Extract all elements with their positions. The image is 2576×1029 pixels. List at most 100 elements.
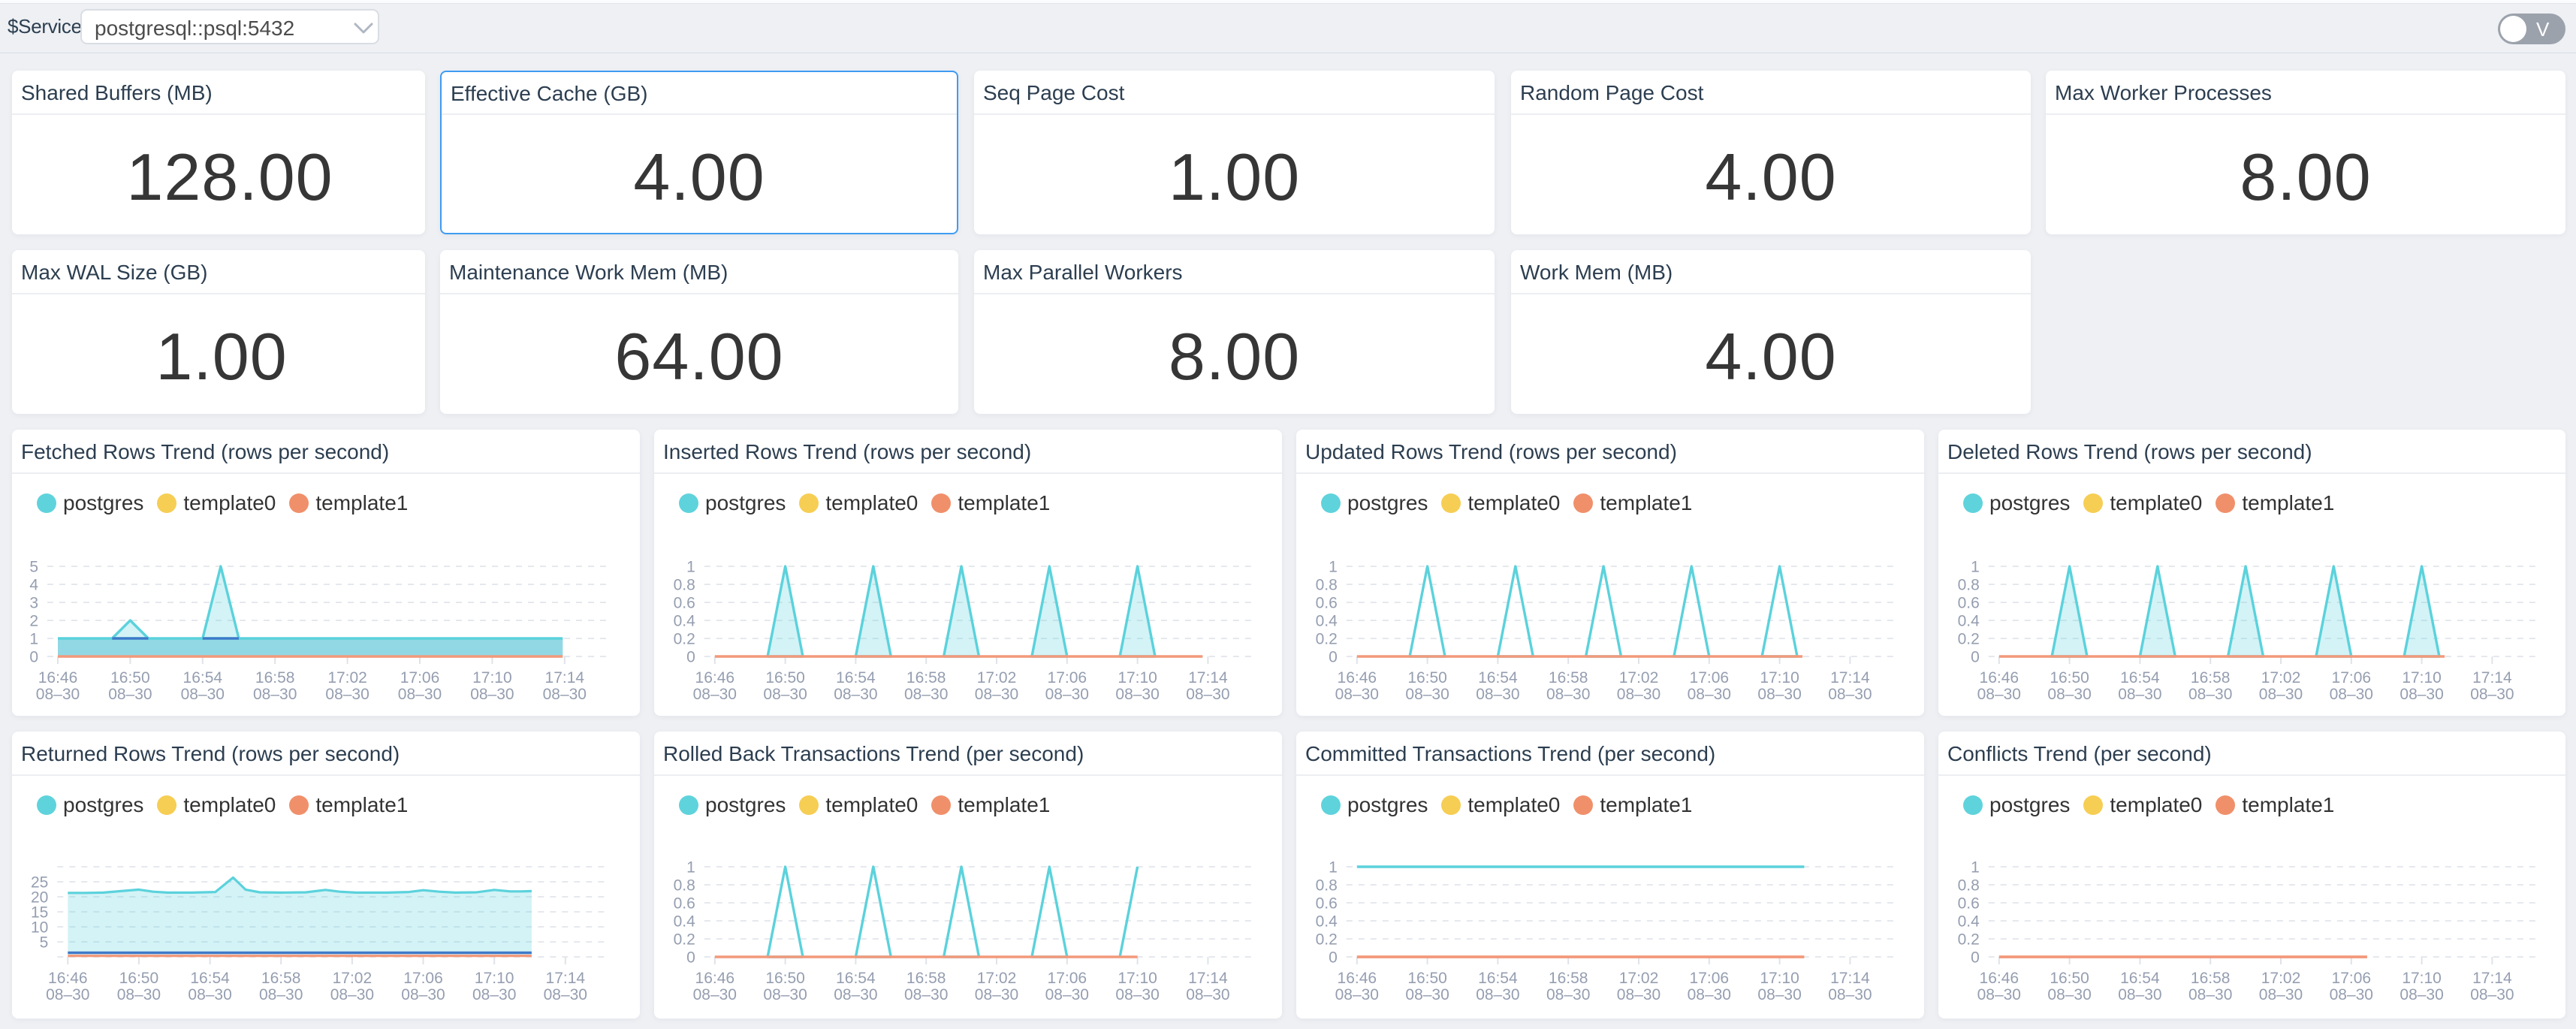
svg-text:08–30: 08–30 — [975, 986, 1018, 1003]
svg-text:2: 2 — [29, 613, 38, 630]
svg-text:08–30: 08–30 — [1335, 986, 1379, 1003]
svg-text:0.8: 0.8 — [674, 577, 695, 594]
svg-text:08–30: 08–30 — [2118, 686, 2161, 703]
svg-text:10: 10 — [31, 919, 48, 937]
svg-text:5: 5 — [29, 559, 38, 576]
svg-text:16:46: 16:46 — [38, 669, 78, 687]
svg-text:0.4: 0.4 — [1316, 913, 1338, 931]
svg-text:0.6: 0.6 — [1316, 595, 1338, 612]
svg-text:08–30: 08–30 — [1617, 686, 1661, 703]
svg-text:08–30: 08–30 — [1476, 686, 1519, 703]
svg-text:17:10: 17:10 — [1118, 970, 1157, 987]
svg-text:16:54: 16:54 — [836, 669, 876, 687]
svg-text:3: 3 — [29, 595, 38, 612]
svg-text:08–30: 08–30 — [544, 986, 587, 1003]
svg-text:0.4: 0.4 — [674, 913, 696, 931]
svg-text:16:54: 16:54 — [836, 970, 876, 987]
svg-text:16:54: 16:54 — [190, 970, 230, 987]
svg-text:08–30: 08–30 — [2047, 986, 2091, 1003]
svg-text:0.8: 0.8 — [674, 877, 695, 895]
svg-text:08–30: 08–30 — [1186, 986, 1229, 1003]
svg-text:08–30: 08–30 — [330, 986, 374, 1003]
svg-text:0.4: 0.4 — [674, 613, 696, 630]
svg-text:16:58: 16:58 — [261, 970, 301, 987]
svg-text:16:58: 16:58 — [906, 970, 946, 987]
svg-text:16:46: 16:46 — [1338, 970, 1377, 987]
svg-text:17:06: 17:06 — [403, 970, 443, 987]
svg-text:08–30: 08–30 — [1405, 986, 1449, 1003]
svg-text:08–30: 08–30 — [2330, 986, 2373, 1003]
svg-text:08–30: 08–30 — [117, 986, 161, 1003]
svg-text:08–30: 08–30 — [693, 686, 737, 703]
svg-text:16:54: 16:54 — [1478, 669, 1518, 687]
svg-text:0: 0 — [29, 649, 38, 666]
svg-text:5: 5 — [40, 934, 49, 952]
svg-text:08–30: 08–30 — [2330, 686, 2373, 703]
svg-text:08–30: 08–30 — [108, 686, 152, 703]
svg-text:0: 0 — [1971, 949, 1980, 967]
svg-text:08–30: 08–30 — [470, 686, 514, 703]
svg-text:08–30: 08–30 — [1405, 686, 1449, 703]
svg-text:08–30: 08–30 — [834, 686, 877, 703]
svg-text:17:10: 17:10 — [2402, 669, 2442, 687]
svg-text:17:14: 17:14 — [1188, 970, 1228, 987]
svg-text:0.8: 0.8 — [1958, 577, 1980, 594]
svg-text:08–30: 08–30 — [1546, 986, 1590, 1003]
svg-text:0.6: 0.6 — [1958, 895, 1980, 913]
svg-text:08–30: 08–30 — [36, 686, 80, 703]
svg-text:0: 0 — [686, 949, 695, 967]
svg-text:17:06: 17:06 — [1048, 970, 1087, 987]
svg-text:17:02: 17:02 — [1619, 970, 1659, 987]
svg-text:16:46: 16:46 — [1980, 669, 2019, 687]
svg-text:17:10: 17:10 — [2402, 970, 2442, 987]
svg-text:08–30: 08–30 — [472, 986, 516, 1003]
svg-text:16:50: 16:50 — [1407, 669, 1447, 687]
svg-text:17:02: 17:02 — [1619, 669, 1659, 687]
svg-text:08–30: 08–30 — [259, 986, 303, 1003]
svg-text:16:58: 16:58 — [1549, 669, 1588, 687]
svg-text:0.8: 0.8 — [1316, 577, 1338, 594]
svg-text:16:58: 16:58 — [1549, 970, 1588, 987]
svg-text:1: 1 — [686, 859, 695, 877]
svg-text:1: 1 — [1329, 859, 1338, 877]
svg-text:16:54: 16:54 — [2120, 970, 2160, 987]
svg-text:08–30: 08–30 — [1828, 686, 1872, 703]
svg-text:0.8: 0.8 — [1958, 877, 1980, 895]
svg-text:08–30: 08–30 — [188, 986, 231, 1003]
svg-text:16:46: 16:46 — [695, 669, 735, 687]
svg-text:0.4: 0.4 — [1958, 613, 1980, 630]
svg-text:08–30: 08–30 — [46, 986, 89, 1003]
svg-text:08–30: 08–30 — [2259, 986, 2303, 1003]
svg-text:1: 1 — [686, 559, 695, 576]
svg-text:08–30: 08–30 — [975, 686, 1018, 703]
svg-text:08–30: 08–30 — [2188, 986, 2232, 1003]
svg-text:16:46: 16:46 — [48, 970, 88, 987]
svg-text:17:06: 17:06 — [2332, 669, 2372, 687]
svg-text:0.2: 0.2 — [1958, 931, 1980, 949]
svg-text:17:06: 17:06 — [2332, 970, 2372, 987]
svg-text:08–30: 08–30 — [181, 686, 225, 703]
svg-text:08–30: 08–30 — [1476, 986, 1519, 1003]
svg-text:0.2: 0.2 — [1958, 631, 1980, 648]
svg-text:16:50: 16:50 — [119, 970, 159, 987]
svg-text:08–30: 08–30 — [1828, 986, 1872, 1003]
svg-text:17:02: 17:02 — [2261, 669, 2301, 687]
svg-text:16:50: 16:50 — [2050, 669, 2089, 687]
svg-text:08–30: 08–30 — [2400, 686, 2443, 703]
svg-text:17:02: 17:02 — [2261, 970, 2301, 987]
svg-text:08–30: 08–30 — [1045, 686, 1089, 703]
svg-text:08–30: 08–30 — [1045, 986, 1089, 1003]
svg-text:17:14: 17:14 — [1188, 669, 1228, 687]
svg-text:15: 15 — [31, 904, 48, 922]
svg-text:08–30: 08–30 — [2259, 686, 2303, 703]
svg-text:0.2: 0.2 — [1316, 631, 1338, 648]
svg-text:0: 0 — [1971, 649, 1980, 666]
svg-text:08–30: 08–30 — [763, 686, 807, 703]
svg-text:08–30: 08–30 — [1115, 686, 1159, 703]
svg-text:0: 0 — [686, 649, 695, 666]
svg-text:16:50: 16:50 — [765, 669, 805, 687]
svg-text:08–30: 08–30 — [1688, 986, 1731, 1003]
svg-text:17:14: 17:14 — [2472, 970, 2512, 987]
svg-text:16:46: 16:46 — [1338, 669, 1377, 687]
svg-text:08–30: 08–30 — [253, 686, 297, 703]
